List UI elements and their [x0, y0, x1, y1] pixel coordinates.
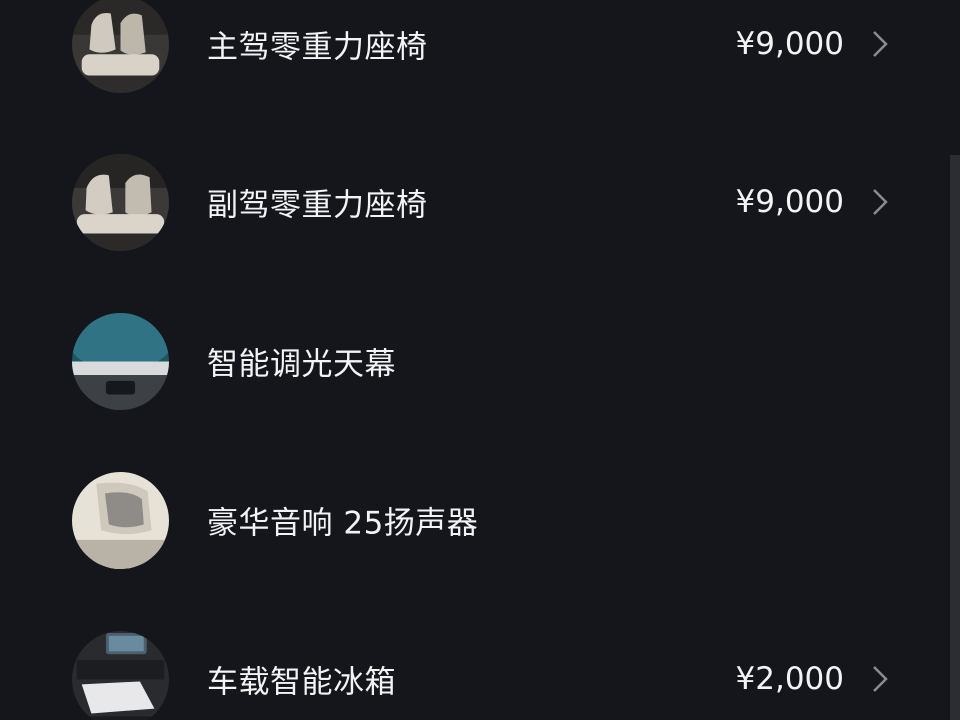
option-label: 智能调光天幕 [207, 346, 396, 383]
option-row-fridge[interactable]: 车载智能冰箱 ¥2,000 [0, 629, 950, 720]
option-label: 车载智能冰箱 [207, 664, 396, 701]
chevron-right-icon[interactable] [868, 663, 892, 695]
chevron-right-icon[interactable] [868, 28, 892, 60]
sunroof-icon [72, 313, 169, 410]
option-price: ¥9,000 [735, 184, 844, 220]
option-row-passenger-seat[interactable]: 副驾零重力座椅 ¥9,000 [0, 152, 950, 252]
driver-seat-icon [72, 0, 169, 93]
speaker-icon [72, 472, 169, 569]
option-label: 副驾零重力座椅 [207, 187, 428, 224]
option-label: 主驾零重力座椅 [207, 29, 428, 66]
option-row-sunroof[interactable]: 智能调光天幕 [0, 311, 950, 411]
scrollbar[interactable] [950, 155, 960, 720]
passenger-seat-icon [72, 154, 169, 251]
chevron-right-icon[interactable] [868, 186, 892, 218]
option-list: 主驾零重力座椅 ¥9,000 副驾零重力座椅 ¥9,000 智能调光天幕 豪华音… [0, 0, 960, 720]
option-price: ¥9,000 [735, 26, 844, 62]
option-row-driver-seat[interactable]: 主驾零重力座椅 ¥9,000 [0, 0, 950, 94]
option-row-audio[interactable]: 豪华音响 25扬声器 [0, 470, 950, 570]
option-price: ¥2,000 [735, 661, 844, 697]
option-label: 豪华音响 25扬声器 [207, 505, 479, 542]
fridge-icon [72, 631, 169, 720]
